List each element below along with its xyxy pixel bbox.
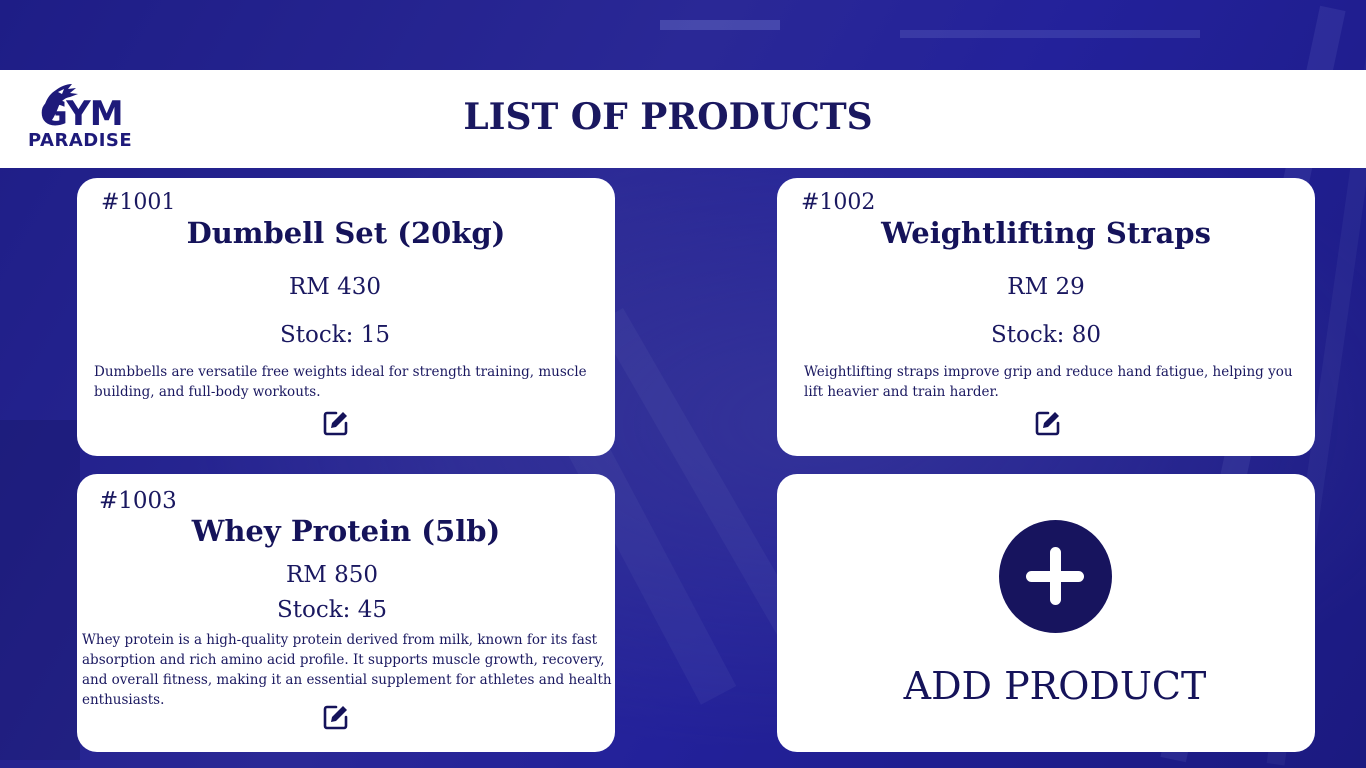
background-equipment bbox=[0, 420, 80, 760]
page-title: LIST OF PRODUCTS bbox=[463, 96, 873, 138]
add-product-card[interactable]: ADD PRODUCT bbox=[777, 474, 1315, 752]
product-name: Weightlifting Straps bbox=[881, 216, 1211, 250]
product-name: Dumbell Set (20kg) bbox=[186, 216, 506, 250]
product-card: #1002 Weightlifting Straps RM 29 Stock: … bbox=[777, 178, 1315, 456]
product-id: #1001 bbox=[101, 190, 176, 215]
background-light bbox=[660, 20, 780, 30]
page-header: GYM PARADISE LIST OF PRODUCTS bbox=[0, 70, 1366, 168]
product-description: Dumbbells are versatile free weights ide… bbox=[94, 364, 587, 400]
edit-icon[interactable] bbox=[322, 703, 350, 731]
product-id: #1003 bbox=[99, 488, 177, 514]
add-product-label: ADD PRODUCT bbox=[903, 664, 1207, 708]
product-stock: Stock: 15 bbox=[280, 322, 390, 348]
add-product-button[interactable] bbox=[999, 520, 1112, 633]
product-card: #1001 Dumbell Set (20kg) RM 430 Stock: 1… bbox=[77, 178, 615, 456]
product-name: Whey Protein (5lb) bbox=[191, 514, 501, 548]
product-id: #1002 bbox=[801, 190, 876, 215]
product-stock: Stock: 45 bbox=[277, 597, 387, 623]
product-description: Whey protein is a high-quality protein d… bbox=[82, 632, 612, 708]
product-stock: Stock: 80 bbox=[991, 322, 1101, 348]
product-price: RM 850 bbox=[285, 562, 379, 588]
background-light bbox=[900, 30, 1200, 38]
product-description: Weightlifting straps improve grip and re… bbox=[804, 364, 1293, 400]
edit-icon[interactable] bbox=[1034, 409, 1062, 437]
product-price: RM 29 bbox=[1007, 274, 1085, 300]
product-card: #1003 Whey Protein (5lb) RM 850 Stock: 4… bbox=[77, 474, 615, 752]
edit-icon[interactable] bbox=[322, 409, 350, 437]
product-price: RM 430 bbox=[288, 274, 382, 300]
